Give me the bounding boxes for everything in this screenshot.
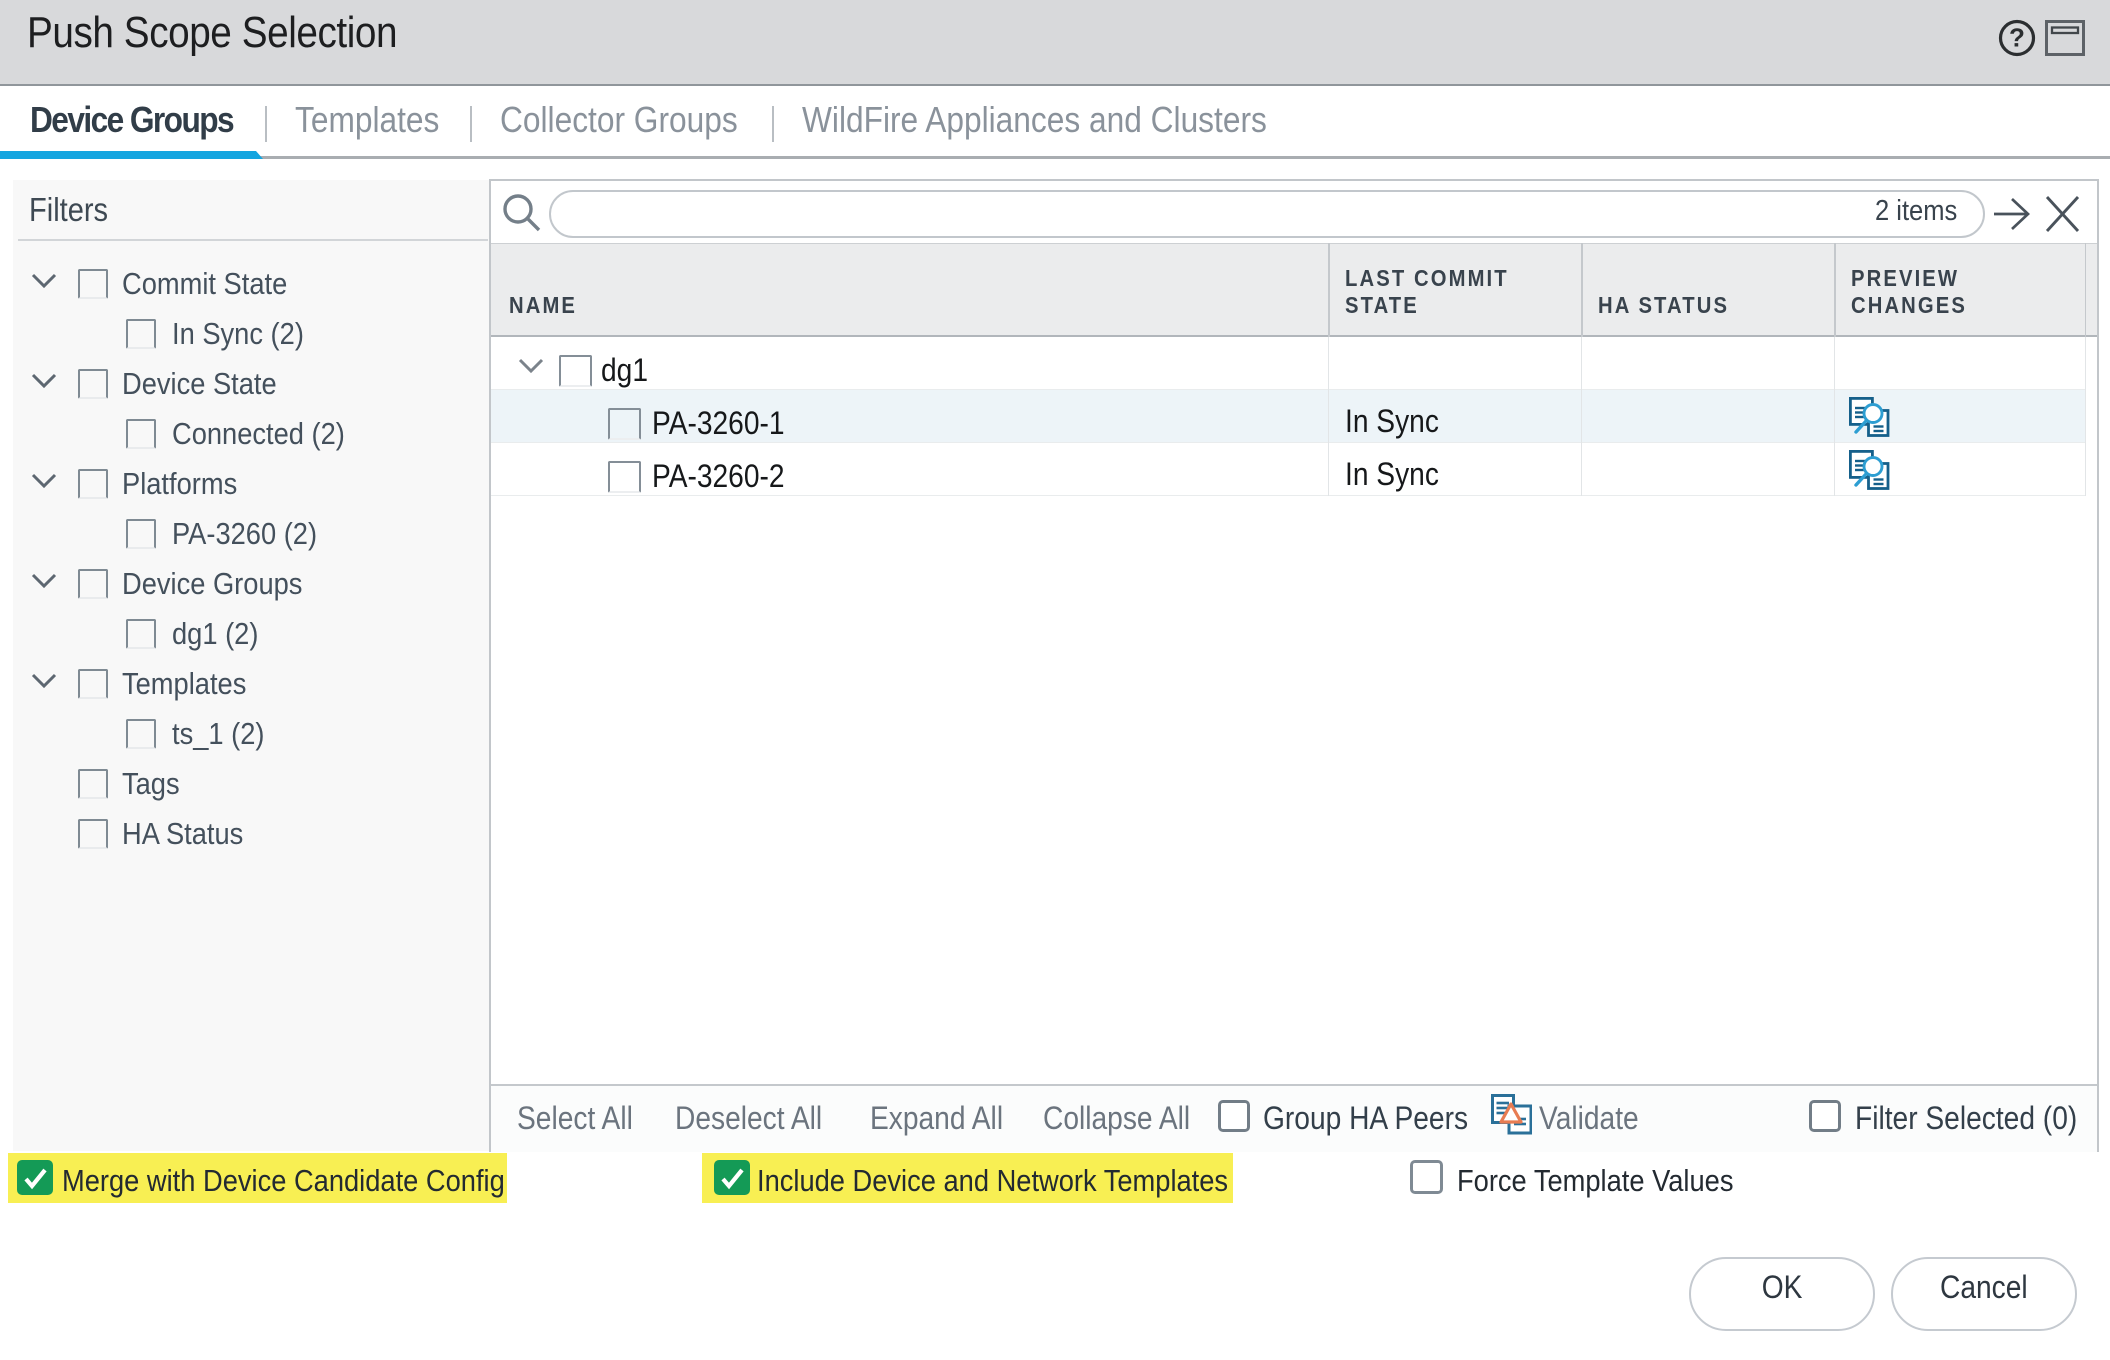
svg-text:?: ?: [2009, 23, 2025, 53]
